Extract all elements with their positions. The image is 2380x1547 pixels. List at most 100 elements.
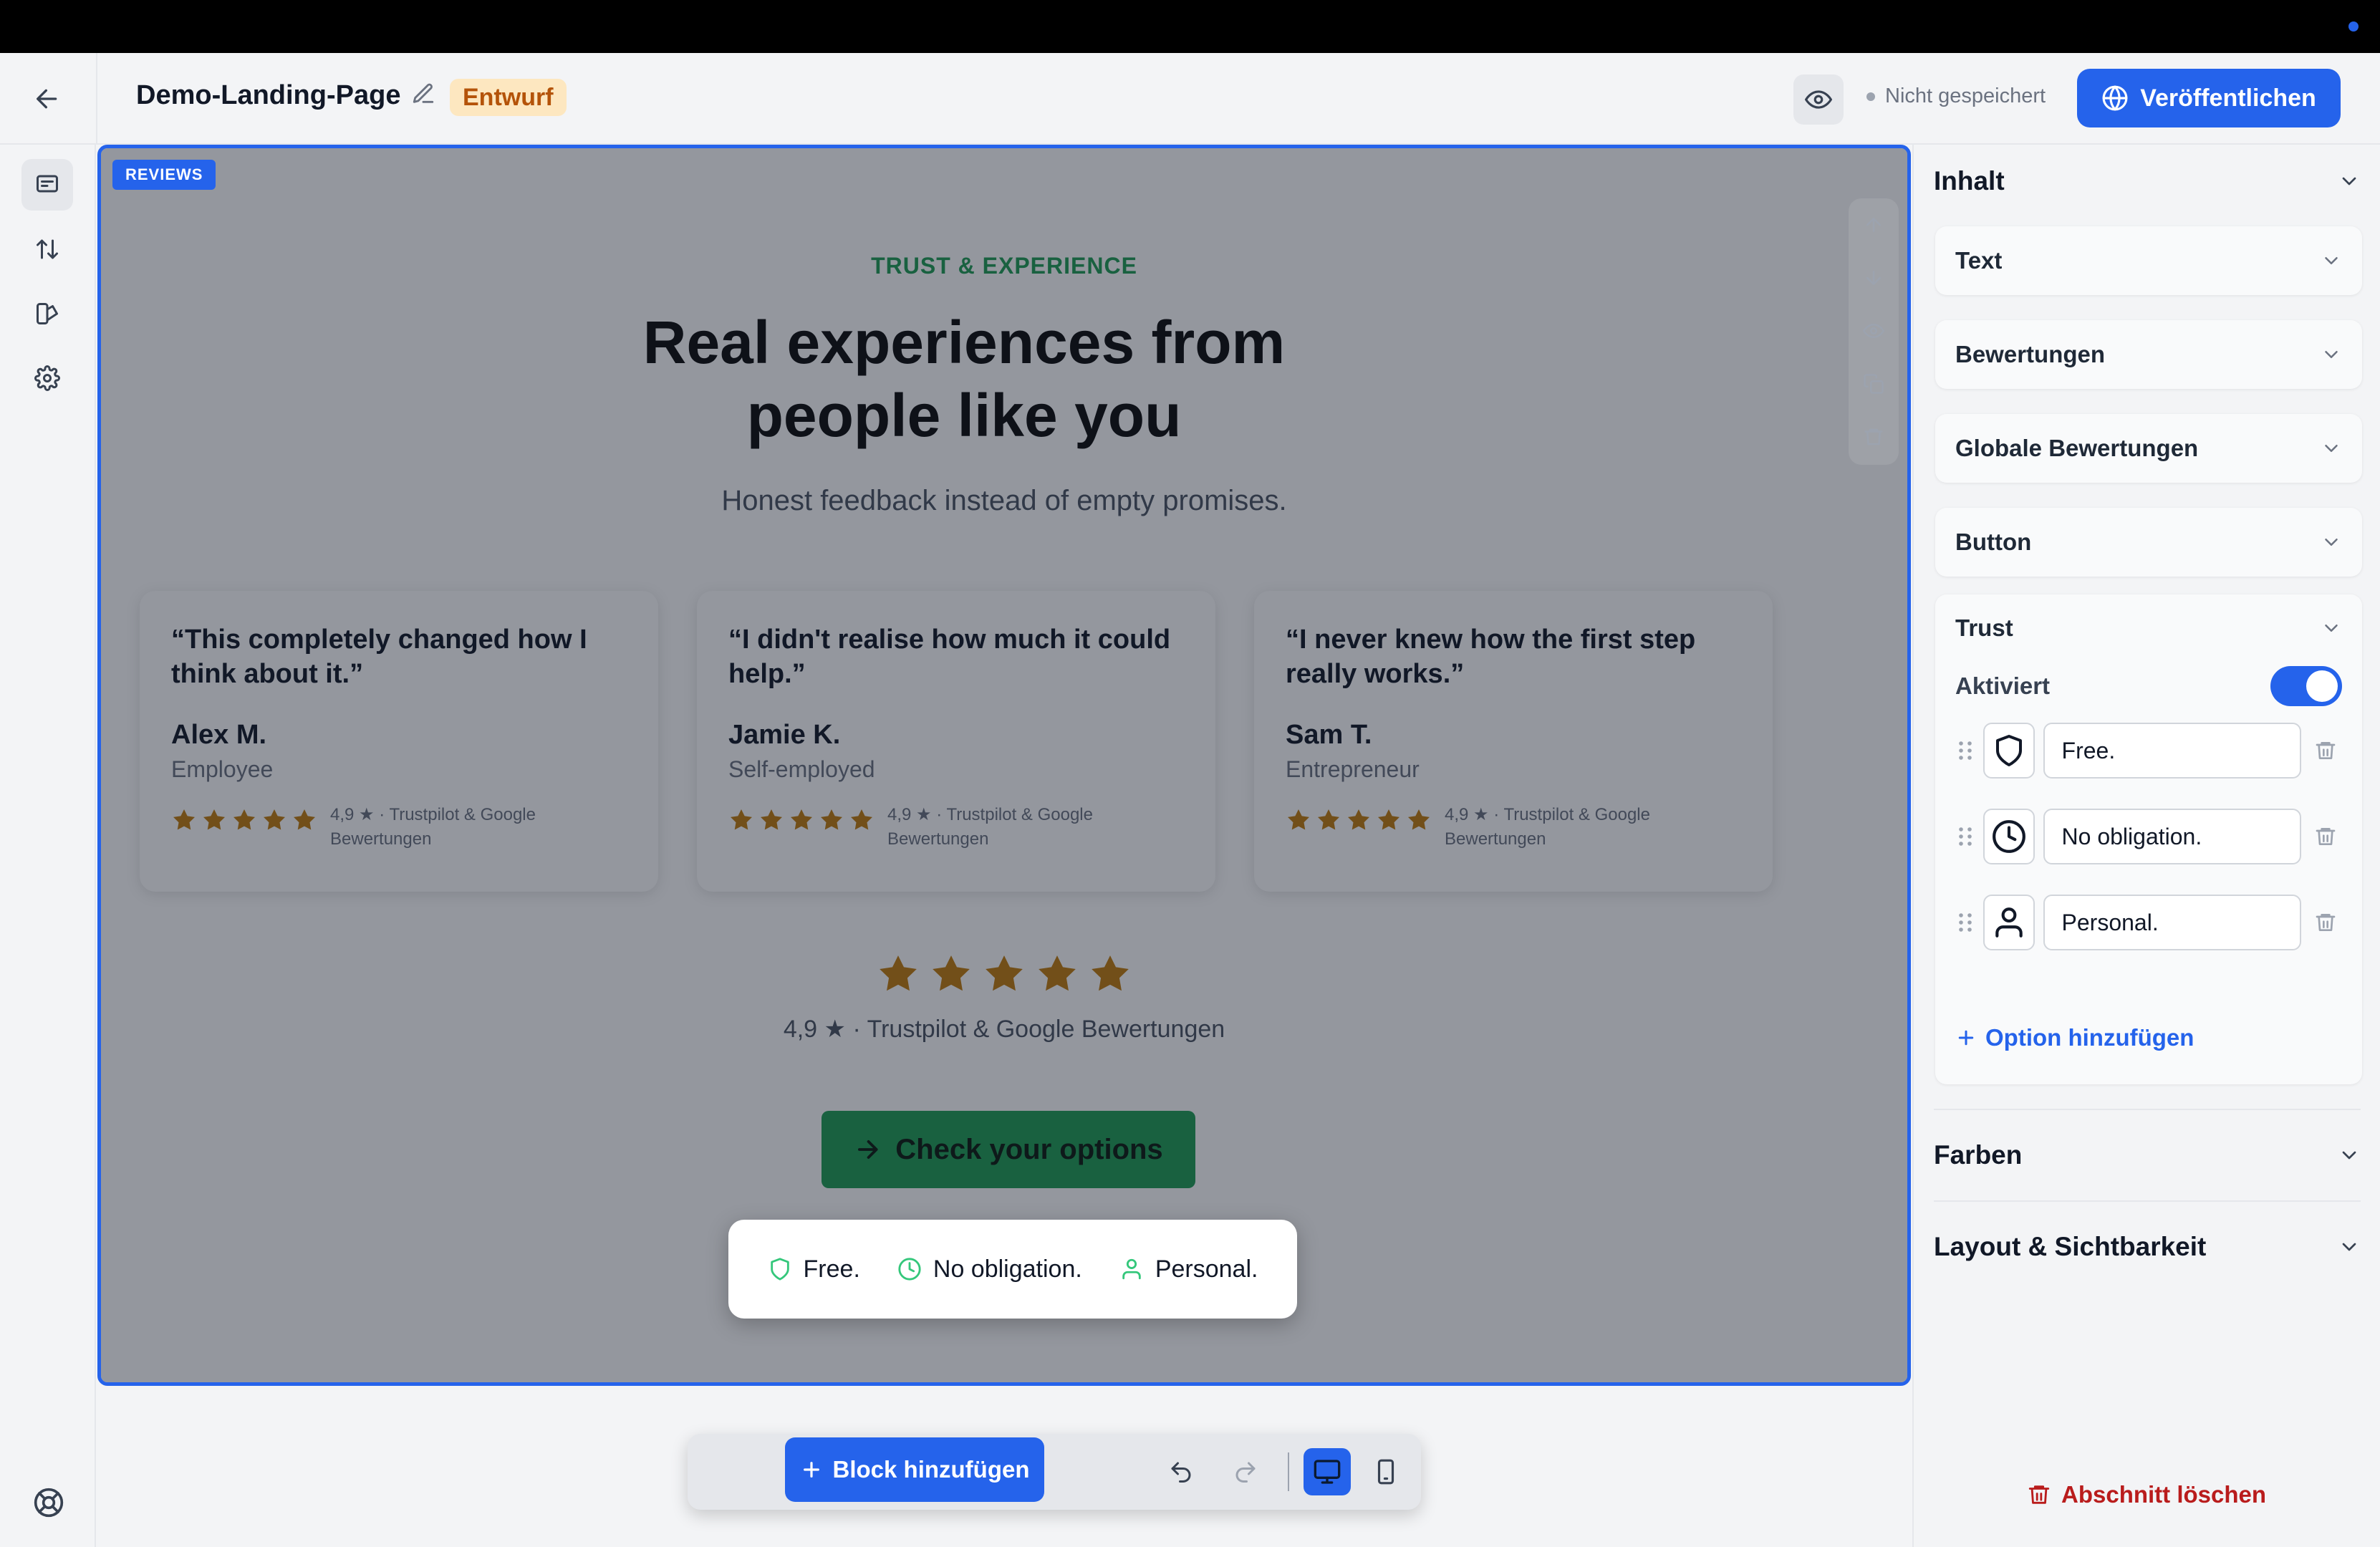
add-block-button[interactable]: Block hinzufügen: [785, 1437, 1044, 1502]
header-divider: [96, 53, 97, 145]
user-icon: [1995, 907, 2023, 938]
preview-button[interactable]: [1793, 74, 1844, 125]
text-group[interactable]: Text: [1935, 226, 2362, 295]
redo-icon: [1235, 1462, 1256, 1483]
colors-group-title: Farben: [1934, 1140, 2023, 1170]
move-down-button[interactable]: [1849, 251, 1899, 304]
review-quote: “I never knew how the first step really …: [1286, 625, 1696, 689]
content-group-header[interactable]: Inhalt: [1934, 166, 2361, 196]
settings-button[interactable]: [21, 352, 73, 404]
undo-button[interactable]: [1157, 1448, 1205, 1495]
eye-icon: [1805, 90, 1832, 109]
star-icon: [933, 955, 970, 991]
chevron-down-icon: [2325, 351, 2338, 358]
copy-icon: [1864, 374, 1884, 394]
save-status: Nicht gespeichert: [1866, 85, 2046, 108]
gear-icon: [34, 365, 60, 391]
arrow-down-icon: [1866, 271, 1881, 285]
delete-option-button[interactable]: [2310, 911, 2342, 934]
desktop-view-button[interactable]: [1304, 1448, 1351, 1495]
review-role: Employee: [171, 756, 274, 782]
review-card[interactable]: “This completely changed how I think abo…: [140, 591, 658, 892]
star-icon: [1318, 809, 1339, 830]
layout-group-title: Layout & Sichtbarkeit: [1934, 1232, 2207, 1261]
theme-button[interactable]: [21, 288, 73, 339]
help-button[interactable]: [29, 1483, 69, 1523]
mobile-view-button[interactable]: [1362, 1448, 1410, 1495]
trust-group-header[interactable]: Trust: [1955, 615, 2342, 642]
global-reviews-group[interactable]: Globale Bewertungen: [1935, 414, 2362, 483]
colors-group-header[interactable]: Farben: [1934, 1140, 2361, 1170]
trust-option-row: [1955, 721, 2342, 781]
activated-label: Aktiviert: [1955, 673, 2051, 699]
add-block-label: Block hinzufügen: [832, 1456, 1030, 1483]
trash-icon: [2028, 1485, 2050, 1504]
add-option-button[interactable]: Option hinzufügen: [1955, 1024, 2194, 1051]
palette-icon: [37, 303, 58, 324]
layout-group-header[interactable]: Layout & Sichtbarkeit: [1934, 1232, 2361, 1262]
publish-button[interactable]: Veröffentlichen: [2077, 69, 2341, 127]
option-text-input[interactable]: [2043, 723, 2301, 779]
delete-option-button[interactable]: [2310, 739, 2342, 762]
redo-button[interactable]: [1222, 1448, 1269, 1495]
trust-option-row: [1955, 892, 2342, 953]
rename-button[interactable]: [411, 82, 440, 110]
trust-bar[interactable]: Free. No obligation. Personal.: [728, 1220, 1297, 1319]
layout-edit-icon: [37, 175, 58, 193]
reorder-button[interactable]: [21, 223, 73, 275]
button-group[interactable]: Button: [1935, 508, 2362, 577]
left-toolbar: [0, 145, 96, 1547]
cta-button[interactable]: Check your options: [822, 1111, 1195, 1188]
reviews-section[interactable]: TRUST & EXPERIENCE Real experiences from…: [97, 145, 1911, 1386]
delete-section-button[interactable]: Abschnitt löschen: [2027, 1481, 2266, 1508]
trust-item-label: Personal.: [1155, 1255, 1258, 1283]
review-card[interactable]: “I never knew how the first step really …: [1254, 591, 1773, 892]
star-icon: [173, 809, 195, 830]
star-icon: [986, 955, 1023, 991]
grip-vertical-icon: [1958, 913, 1972, 932]
star-rating: [1286, 803, 1432, 833]
option-icon-picker[interactable]: [1983, 895, 2035, 950]
trust-option-row: [1955, 806, 2342, 867]
star-icon: [203, 809, 225, 830]
arrow-left-icon: [37, 89, 57, 109]
bottom-toolbar: Block hinzufügen: [688, 1434, 1421, 1510]
drag-handle[interactable]: [1955, 825, 1975, 848]
review-rating-text: 4,9 ★ · Trustpilot & Google Bewertungen: [330, 805, 536, 849]
drag-handle[interactable]: [1955, 911, 1975, 934]
review-card[interactable]: “I didn't realise how much it could help…: [697, 591, 1215, 892]
cta-label: Check your options: [895, 1133, 1163, 1165]
duplicate-button[interactable]: [1849, 357, 1899, 410]
review-role: Self-employed: [728, 756, 875, 782]
option-icon-picker[interactable]: [1983, 809, 2035, 864]
option-text-input[interactable]: [2043, 809, 2301, 864]
review-quote: “This completely changed how I think abo…: [171, 625, 587, 689]
toolbar-divider: [1288, 1452, 1289, 1491]
delete-option-button[interactable]: [2310, 825, 2342, 848]
delete-button[interactable]: [1849, 410, 1899, 463]
option-text-input[interactable]: [2043, 895, 2301, 950]
group-label: Text: [1955, 247, 2003, 274]
section-type-tag: REVIEWS: [112, 160, 216, 190]
activated-toggle[interactable]: [2270, 666, 2342, 706]
review-role: Entrepreneur: [1286, 756, 1420, 782]
trash-icon: [2316, 742, 2336, 759]
star-icon: [851, 809, 872, 830]
drag-handle[interactable]: [1955, 739, 1975, 762]
chevron-down-icon: [2342, 1243, 2356, 1251]
section-headline: Real experiences from people like you: [642, 309, 1286, 449]
camera-indicator: [2348, 21, 2359, 32]
sections-button[interactable]: [21, 159, 73, 211]
reviews-group[interactable]: Bewertungen: [1935, 320, 2362, 389]
trash-icon: [2316, 828, 2336, 845]
option-icon-picker[interactable]: [1983, 723, 2035, 779]
review-name: Sam T.: [1286, 720, 1372, 750]
toggle-visibility-button[interactable]: [1849, 304, 1899, 357]
move-up-button[interactable]: [1849, 198, 1899, 251]
toggle-knob: [2306, 670, 2338, 702]
globe-icon: [2102, 85, 2128, 111]
section-subline: Honest feedback instead of empty promise…: [721, 485, 1287, 516]
shield-icon: [1995, 735, 2022, 766]
back-button[interactable]: [26, 77, 69, 120]
chevron-down-icon: [2325, 257, 2338, 264]
